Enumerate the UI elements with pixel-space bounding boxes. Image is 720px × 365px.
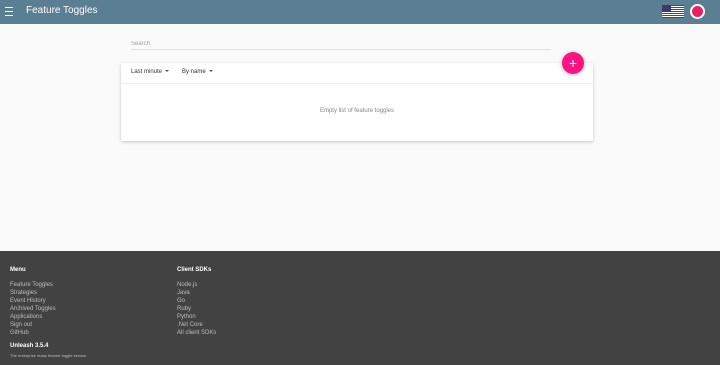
- empty-list-message: Empty list of feature toggles: [319, 108, 395, 114]
- footer-link-java[interactable]: Java: [177, 290, 190, 296]
- us-flag-icon[interactable]: [662, 5, 684, 18]
- footer-link-event-history[interactable]: Event History: [10, 298, 46, 304]
- page-title: Feature Toggles: [26, 5, 98, 16]
- footer-sdk-heading: Client SDKs: [177, 267, 212, 273]
- footer-link-github[interactable]: GitHub: [10, 330, 29, 336]
- caret-down-icon: [208, 70, 213, 73]
- hamburger-menu-icon[interactable]: [5, 6, 13, 17]
- footer-link-strategies[interactable]: Strategies: [10, 290, 37, 296]
- footer-link-nodejs[interactable]: Node.js: [177, 282, 197, 288]
- sort-dropdown[interactable]: By name: [182, 68, 213, 77]
- footer-link-go[interactable]: Go: [177, 298, 185, 304]
- time-filter-label: Last minute: [131, 69, 163, 75]
- user-avatar-icon[interactable]: [690, 4, 705, 19]
- footer-link-dotnet-core[interactable]: .Net Core: [177, 322, 203, 328]
- version-label: Unleash 3.5.4: [10, 343, 49, 349]
- sort-label: By name: [182, 69, 206, 75]
- time-filter-dropdown[interactable]: Last minute: [131, 68, 170, 77]
- plus-icon: +: [568, 55, 578, 71]
- footer-link-feature-toggles[interactable]: Feature Toggles: [10, 282, 53, 288]
- tagline: The enterprise ready feature toggle serv…: [10, 353, 88, 358]
- search-input[interactable]: [131, 39, 551, 50]
- card-divider: [121, 83, 593, 84]
- footer-link-all-client-sdks[interactable]: All client SDKs: [177, 330, 216, 336]
- add-feature-toggle-button[interactable]: +: [562, 52, 584, 74]
- footer-link-ruby[interactable]: Ruby: [177, 306, 191, 312]
- footer-link-python[interactable]: Python: [177, 314, 196, 320]
- caret-down-icon: [165, 70, 170, 73]
- app-bar: Feature Toggles: [0, 0, 720, 24]
- footer-link-applications[interactable]: Applications: [10, 314, 42, 320]
- footer: [0, 251, 720, 365]
- footer-link-sign-out[interactable]: Sign out: [10, 322, 32, 328]
- footer-link-archived-toggles[interactable]: Archived Toggles: [10, 306, 56, 312]
- footer-menu-heading: Menu: [10, 267, 26, 273]
